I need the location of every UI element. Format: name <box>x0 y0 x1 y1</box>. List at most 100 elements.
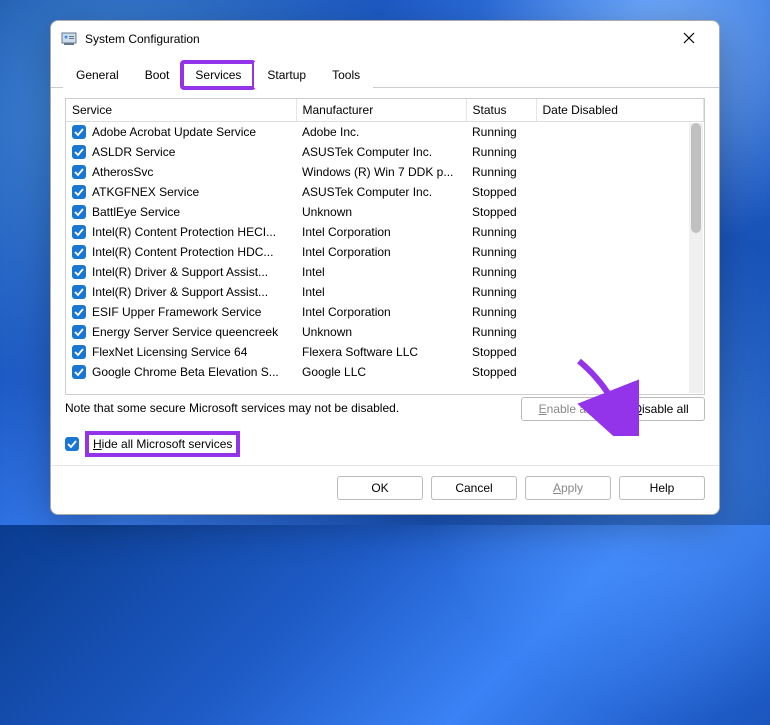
service-date-disabled <box>536 362 704 382</box>
service-date-disabled <box>536 282 704 302</box>
disable-all-button[interactable]: Disable all <box>617 397 705 421</box>
service-name: ATKGFNEX Service <box>92 185 199 199</box>
hide-microsoft-checkbox[interactable] <box>65 437 79 451</box>
service-status: Running <box>466 122 536 143</box>
check-icon <box>74 227 84 237</box>
service-name: Intel(R) Driver & Support Assist... <box>92 285 268 299</box>
ok-button[interactable]: OK <box>337 476 423 500</box>
scrollbar-thumb[interactable] <box>691 123 701 233</box>
service-status: Stopped <box>466 342 536 362</box>
service-status: Stopped <box>466 202 536 222</box>
table-row[interactable]: Intel(R) Driver & Support Assist...Intel… <box>66 262 704 282</box>
hide-microsoft-row: Hide all Microsoft services <box>65 431 705 457</box>
service-manufacturer: Unknown <box>296 202 466 222</box>
tab-content: Service Manufacturer Status Date Disable… <box>51 88 719 465</box>
service-name: Energy Server Service queencreek <box>92 325 278 339</box>
service-date-disabled <box>536 322 704 342</box>
service-name: Intel(R) Content Protection HDC... <box>92 245 273 259</box>
service-date-disabled <box>536 162 704 182</box>
check-icon <box>74 247 84 257</box>
col-header-manufacturer[interactable]: Manufacturer <box>296 99 466 122</box>
tab-tools[interactable]: Tools <box>319 62 373 88</box>
help-button[interactable]: Help <box>619 476 705 500</box>
check-icon <box>74 287 84 297</box>
table-row[interactable]: Adobe Acrobat Update ServiceAdobe Inc.Ru… <box>66 122 704 143</box>
service-checkbox[interactable] <box>72 145 86 159</box>
service-name: ASLDR Service <box>92 145 175 159</box>
titlebar: System Configuration <box>51 21 719 57</box>
apply-button[interactable]: Apply <box>525 476 611 500</box>
check-icon <box>67 439 77 449</box>
service-status: Running <box>466 302 536 322</box>
service-date-disabled <box>536 262 704 282</box>
service-checkbox[interactable] <box>72 165 86 179</box>
service-manufacturer: Google LLC <box>296 362 466 382</box>
enable-all-button[interactable]: Enable all <box>521 397 609 421</box>
service-date-disabled <box>536 222 704 242</box>
service-date-disabled <box>536 182 704 202</box>
service-status: Running <box>466 282 536 302</box>
check-icon <box>74 147 84 157</box>
service-manufacturer: Intel <box>296 262 466 282</box>
table-row[interactable]: ASLDR ServiceASUSTek Computer Inc.Runnin… <box>66 142 704 162</box>
service-checkbox[interactable] <box>72 225 86 239</box>
service-checkbox[interactable] <box>72 305 86 319</box>
service-checkbox[interactable] <box>72 325 86 339</box>
col-header-date-disabled[interactable]: Date Disabled <box>536 99 704 122</box>
table-row[interactable]: BattlEye Service UnknownStopped <box>66 202 704 222</box>
service-date-disabled <box>536 202 704 222</box>
cancel-button[interactable]: Cancel <box>431 476 517 500</box>
check-icon <box>74 307 84 317</box>
service-manufacturer: ASUSTek Computer Inc. <box>296 182 466 202</box>
service-status: Running <box>466 262 536 282</box>
close-icon <box>683 32 695 44</box>
service-checkbox[interactable] <box>72 185 86 199</box>
service-checkbox[interactable] <box>72 345 86 359</box>
hide-microsoft-label[interactable]: Hide all Microsoft services <box>85 431 240 457</box>
table-row[interactable]: Intel(R) Content Protection HDC... Intel … <box>66 242 704 262</box>
tab-services[interactable]: Services <box>182 62 254 88</box>
window-title: System Configuration <box>85 32 200 46</box>
service-manufacturer: Windows (R) Win 7 DDK p... <box>296 162 466 182</box>
table-row[interactable]: ESIF Upper Framework ServiceIntel Corpor… <box>66 302 704 322</box>
check-icon <box>74 367 84 377</box>
col-header-service[interactable]: Service <box>66 99 296 122</box>
service-name: BattlEye Service <box>92 205 180 219</box>
col-header-status[interactable]: Status <box>466 99 536 122</box>
app-icon <box>61 31 77 47</box>
service-checkbox[interactable] <box>72 365 86 379</box>
table-row[interactable]: ATKGFNEX Service ASUSTek Computer Inc.Sto… <box>66 182 704 202</box>
service-checkbox[interactable] <box>72 285 86 299</box>
table-row[interactable]: Intel(R) Content Protection HECI... Intel… <box>66 222 704 242</box>
table-row[interactable]: Intel(R) Driver & Support Assist...Intel… <box>66 282 704 302</box>
disable-all-label-rest: isable all <box>642 402 689 416</box>
service-name: FlexNet Licensing Service 64 <box>92 345 247 359</box>
service-manufacturer: Intel Corporation <box>296 302 466 322</box>
service-status: Running <box>466 142 536 162</box>
check-icon <box>74 167 84 177</box>
service-name: AtherosSvc <box>92 165 153 179</box>
table-row[interactable]: FlexNet Licensing Service 64Flexera Soft… <box>66 342 704 362</box>
service-manufacturer: Intel Corporation <box>296 222 466 242</box>
tab-general[interactable]: General <box>63 62 132 88</box>
service-status: Running <box>466 242 536 262</box>
service-name: Intel(R) Content Protection HECI... <box>92 225 276 239</box>
tab-startup[interactable]: Startup <box>254 62 319 88</box>
service-manufacturer: Adobe Inc. <box>296 122 466 143</box>
vertical-scrollbar[interactable] <box>689 123 703 393</box>
tab-boot[interactable]: Boot <box>132 62 183 88</box>
service-checkbox[interactable] <box>72 205 86 219</box>
enable-all-label-rest: nable all <box>547 402 592 416</box>
check-icon <box>74 207 84 217</box>
service-checkbox[interactable] <box>72 265 86 279</box>
close-button[interactable] <box>669 32 709 47</box>
table-row[interactable]: AtherosSvcWindows (R) Win 7 DDK p...Runn… <box>66 162 704 182</box>
service-status: Stopped <box>466 182 536 202</box>
table-row[interactable]: Google Chrome Beta Elevation S... Google … <box>66 362 704 382</box>
service-checkbox[interactable] <box>72 125 86 139</box>
service-checkbox[interactable] <box>72 245 86 259</box>
table-row[interactable]: Energy Server Service queencreekUnknownR… <box>66 322 704 342</box>
service-manufacturer: Intel Corporation <box>296 242 466 262</box>
service-date-disabled <box>536 242 704 262</box>
service-name: Google Chrome Beta Elevation S... <box>92 365 279 379</box>
